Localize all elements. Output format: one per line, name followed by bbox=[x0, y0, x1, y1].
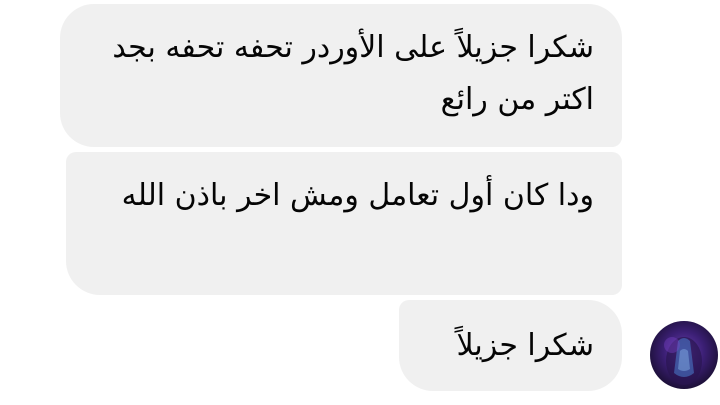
message-text: ودا كان أول تعامل ومش اخر باذن الله bbox=[121, 178, 594, 213]
message-bubble[interactable]: ودا كان أول تعامل ومش اخر باذن الله bbox=[66, 152, 622, 295]
avatar[interactable] bbox=[650, 321, 718, 389]
message-text: شكرا جزيلاً على الأوردر تحفه تحفه بجد اك… bbox=[112, 30, 594, 117]
profile-avatar-icon bbox=[664, 337, 702, 385]
message-text: شكرا جزيلاً bbox=[456, 328, 594, 363]
message-bubble[interactable]: شكرا جزيلاً bbox=[399, 300, 622, 391]
chat-thread: شكرا جزيلاً على الأوردر تحفه تحفه بجد اك… bbox=[0, 0, 720, 405]
message-bubble[interactable]: شكرا جزيلاً على الأوردر تحفه تحفه بجد اك… bbox=[60, 4, 622, 147]
